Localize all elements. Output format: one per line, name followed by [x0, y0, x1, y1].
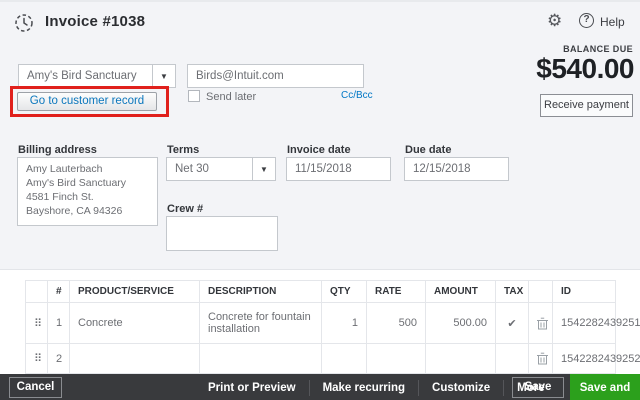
col-description: DESCRIPTION: [200, 281, 322, 303]
invoice-date-field[interactable]: [286, 157, 391, 181]
billing-address-label: Billing address: [18, 144, 97, 156]
cancel-button[interactable]: Cancel: [9, 377, 62, 398]
col-product-service: PRODUCT/SERVICE: [70, 281, 200, 303]
chevron-down-icon[interactable]: ▼: [152, 65, 175, 87]
billing-address-line: Amy's Bird Sanctuary: [26, 177, 149, 191]
id-cell: 1542282439251: [553, 303, 616, 344]
chevron-down-icon[interactable]: ▼: [252, 158, 275, 180]
save-button[interactable]: Save: [512, 377, 564, 398]
rate-cell[interactable]: [367, 344, 426, 374]
drag-handle-icon[interactable]: ⠿: [26, 303, 48, 344]
delete-row-button[interactable]: [529, 344, 553, 374]
trash-icon: [537, 352, 548, 365]
drag-column-header: [26, 281, 48, 303]
trash-column-header: [529, 281, 553, 303]
billing-address-line: Bayshore, CA 94326: [26, 205, 149, 219]
crew-number-field[interactable]: [166, 216, 278, 251]
billing-address-line: 4581 Finch St.: [26, 191, 149, 205]
print-or-preview-button[interactable]: Print or Preview: [195, 382, 309, 394]
row-num: 1: [48, 303, 70, 344]
line-items-table: # PRODUCT/SERVICE DESCRIPTION QTY RATE A…: [25, 280, 616, 374]
description-cell[interactable]: Concrete for fountain installation: [200, 303, 322, 344]
trash-icon: [537, 317, 548, 330]
qty-cell[interactable]: 1: [322, 303, 367, 344]
drag-handle-icon[interactable]: ⠿: [26, 344, 48, 374]
qty-cell[interactable]: [322, 344, 367, 374]
tax-check-icon[interactable]: ✔: [496, 303, 529, 344]
action-bar: Cancel Print or Preview Make recurring C…: [0, 374, 640, 400]
billing-address-field[interactable]: Amy Lauterbach Amy's Bird Sanctuary 4581…: [17, 157, 158, 226]
table-header-row: # PRODUCT/SERVICE DESCRIPTION QTY RATE A…: [26, 281, 616, 303]
amount-cell[interactable]: [426, 344, 496, 374]
send-later-label: Send later: [206, 91, 256, 103]
terms-select-value: Net 30: [167, 163, 252, 175]
history-icon[interactable]: [14, 13, 34, 33]
terms-label: Terms: [167, 144, 199, 156]
amount-cell[interactable]: 500.00: [426, 303, 496, 344]
customer-select-value: Amy's Bird Sanctuary: [19, 70, 152, 82]
gear-icon[interactable]: ⚙: [547, 11, 562, 31]
description-cell[interactable]: [200, 344, 322, 374]
billing-address-line: Amy Lauterbach: [26, 163, 149, 177]
col-tax: TAX: [496, 281, 529, 303]
table-row[interactable]: ⠿ 2 1542282439252: [26, 344, 616, 374]
terms-select[interactable]: Net 30 ▼: [166, 157, 276, 181]
invoice-page: Invoice #1038 ⚙ ? Help Amy's Bird Sanctu…: [0, 0, 640, 400]
page-title: Invoice #1038: [45, 13, 145, 30]
due-date-label: Due date: [405, 144, 451, 156]
cc-bcc-link[interactable]: Cc/Bcc: [341, 90, 373, 101]
product-cell[interactable]: Concrete: [70, 303, 200, 344]
rate-cell[interactable]: 500: [367, 303, 426, 344]
help-label[interactable]: Help: [600, 15, 625, 29]
balance-due-amount: $540.00: [536, 53, 634, 85]
col-id: ID: [553, 281, 616, 303]
due-date-field[interactable]: [404, 157, 509, 181]
id-cell: 1542282439252: [553, 344, 616, 374]
save-and-send-button[interactable]: Save and send: [570, 374, 640, 400]
send-later-checkbox[interactable]: [188, 90, 200, 102]
invoice-date-label: Invoice date: [287, 144, 351, 156]
action-bar-links: Print or Preview Make recurring Customiz…: [195, 374, 558, 400]
col-num: #: [48, 281, 70, 303]
delete-row-button[interactable]: [529, 303, 553, 344]
receive-payment-button[interactable]: Receive payment: [540, 94, 633, 117]
col-rate: RATE: [367, 281, 426, 303]
tax-cell[interactable]: [496, 344, 529, 374]
customize-button[interactable]: Customize: [419, 382, 503, 394]
product-cell[interactable]: [70, 344, 200, 374]
email-field[interactable]: [187, 64, 364, 88]
help-icon[interactable]: ?: [579, 13, 594, 28]
table-row[interactable]: ⠿ 1 Concrete Concrete for fountain insta…: [26, 303, 616, 344]
make-recurring-button[interactable]: Make recurring: [310, 382, 418, 394]
col-qty: QTY: [322, 281, 367, 303]
col-amount: AMOUNT: [426, 281, 496, 303]
row-num: 2: [48, 344, 70, 374]
customer-select[interactable]: Amy's Bird Sanctuary ▼: [18, 64, 176, 88]
go-to-customer-record-button[interactable]: Go to customer record: [17, 92, 157, 111]
crew-number-label: Crew #: [167, 203, 203, 215]
